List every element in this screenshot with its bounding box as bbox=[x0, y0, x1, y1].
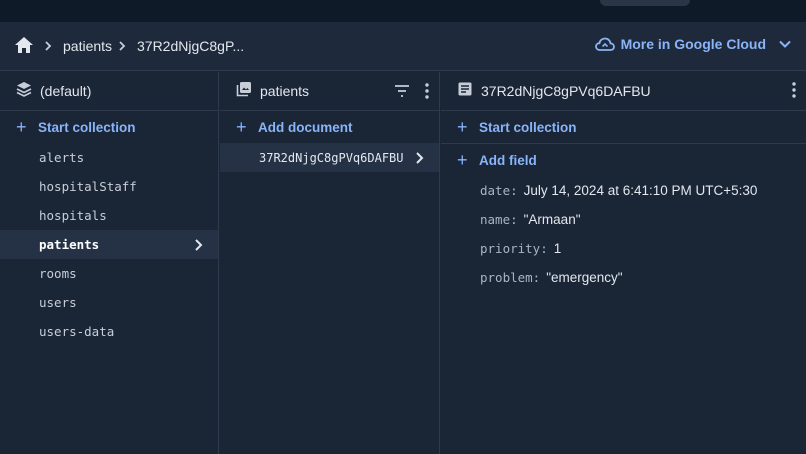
collection-item-users-data[interactable]: users-data bbox=[0, 317, 218, 346]
field-row-problem[interactable]: problem: "emergency" bbox=[441, 263, 806, 292]
field-key: priority: bbox=[480, 241, 548, 256]
collections-panel: (default) + Start collection alerts hosp… bbox=[0, 72, 219, 454]
document-header-actions bbox=[792, 82, 796, 103]
collection-label: patients bbox=[39, 237, 100, 252]
documents-panel: patients + Add document 37R2dNjgC8gPVq6D… bbox=[220, 72, 440, 454]
chevron-right-icon bbox=[415, 151, 425, 168]
cloud-icon bbox=[594, 36, 615, 52]
field-value: July 14, 2024 at 6:41:10 PM UTC+5:30 bbox=[523, 183, 758, 198]
document-header: 37R2dNjgC8gPVq6DAFBU bbox=[441, 72, 806, 111]
collection-item-hospitals[interactable]: hospitals bbox=[0, 201, 218, 230]
plus-icon: + bbox=[236, 117, 247, 137]
collection-list: alerts hospitalStaff hospitals patients … bbox=[0, 143, 218, 346]
field-key: name: bbox=[480, 212, 518, 227]
collection-item-hospitalstaff[interactable]: hospitalStaff bbox=[0, 172, 218, 201]
collection-item-users[interactable]: users bbox=[0, 288, 218, 317]
field-row-priority[interactable]: priority: 1 bbox=[441, 234, 806, 263]
field-row-date[interactable]: date: July 14, 2024 at 6:41:10 PM UTC+5:… bbox=[441, 176, 806, 205]
database-header: (default) bbox=[0, 72, 218, 111]
field-key: date: bbox=[480, 183, 518, 198]
breadcrumb-bar: patients 37R2dNjgC8gP... More in Google … bbox=[0, 22, 806, 71]
add-field-label: Add field bbox=[479, 152, 537, 168]
document-title: 37R2dNjgC8gPVq6DAFBU bbox=[481, 83, 651, 99]
add-document-button[interactable]: + Add document bbox=[220, 111, 439, 143]
chevron-down-icon bbox=[778, 37, 792, 51]
collection-label: users-data bbox=[39, 324, 115, 339]
breadcrumb-patients[interactable]: patients bbox=[63, 38, 112, 54]
database-stack-icon bbox=[16, 81, 32, 102]
fields-panel: 37R2dNjgC8gPVq6DAFBU + Start collection … bbox=[441, 72, 806, 454]
document-icon bbox=[457, 81, 473, 102]
plus-icon: + bbox=[457, 117, 468, 137]
collection-label: alerts bbox=[39, 150, 85, 165]
collection-title: patients bbox=[260, 83, 310, 99]
field-list: date: July 14, 2024 at 6:41:10 PM UTC+5:… bbox=[441, 176, 806, 292]
more-in-google-cloud-button[interactable]: More in Google Cloud bbox=[594, 36, 792, 52]
start-collection-label: Start collection bbox=[38, 119, 136, 135]
start-collection-label: Start collection bbox=[479, 119, 577, 135]
chevron-right-icon bbox=[44, 38, 54, 54]
field-value: "emergency" bbox=[546, 270, 623, 285]
more-in-google-cloud-label: More in Google Cloud bbox=[620, 36, 766, 52]
window-top-strip bbox=[0, 0, 806, 22]
field-value: "Armaan" bbox=[523, 212, 581, 227]
collection-item-patients[interactable]: patients bbox=[0, 230, 218, 259]
collection-item-rooms[interactable]: rooms bbox=[0, 259, 218, 288]
collection-header: patients bbox=[220, 72, 439, 111]
database-title: (default) bbox=[40, 83, 92, 99]
collection-label: rooms bbox=[39, 266, 77, 281]
chevron-right-icon bbox=[194, 238, 204, 255]
add-document-label: Add document bbox=[258, 119, 353, 135]
collection-icon bbox=[236, 81, 252, 102]
more-vert-icon[interactable] bbox=[792, 82, 796, 103]
collection-label: hospitals bbox=[39, 208, 107, 223]
collection-label: hospitalStaff bbox=[39, 179, 137, 194]
plus-icon: + bbox=[16, 117, 27, 137]
field-row-name[interactable]: name: "Armaan" bbox=[441, 205, 806, 234]
start-collection-button[interactable]: + Start collection bbox=[0, 111, 218, 143]
breadcrumb-document[interactable]: 37R2dNjgC8gP... bbox=[137, 38, 244, 54]
top-tab-handle bbox=[600, 0, 690, 6]
filter-icon[interactable] bbox=[393, 82, 411, 105]
document-item[interactable]: 37R2dNjgC8gPVq6DAFBU bbox=[220, 143, 439, 172]
plus-icon: + bbox=[457, 150, 468, 170]
field-key: problem: bbox=[480, 270, 541, 285]
more-vert-icon[interactable] bbox=[425, 83, 429, 104]
start-subcollection-button[interactable]: + Start collection bbox=[441, 111, 806, 143]
field-value: 1 bbox=[553, 241, 562, 256]
chevron-right-icon bbox=[118, 38, 128, 54]
collection-header-actions bbox=[393, 82, 429, 105]
home-icon[interactable] bbox=[14, 35, 34, 55]
add-field-button[interactable]: + Add field bbox=[441, 144, 806, 176]
collection-label: users bbox=[39, 295, 77, 310]
document-id-label: 37R2dNjgC8gPVq6DAFBU bbox=[259, 150, 404, 165]
collection-item-alerts[interactable]: alerts bbox=[0, 143, 218, 172]
